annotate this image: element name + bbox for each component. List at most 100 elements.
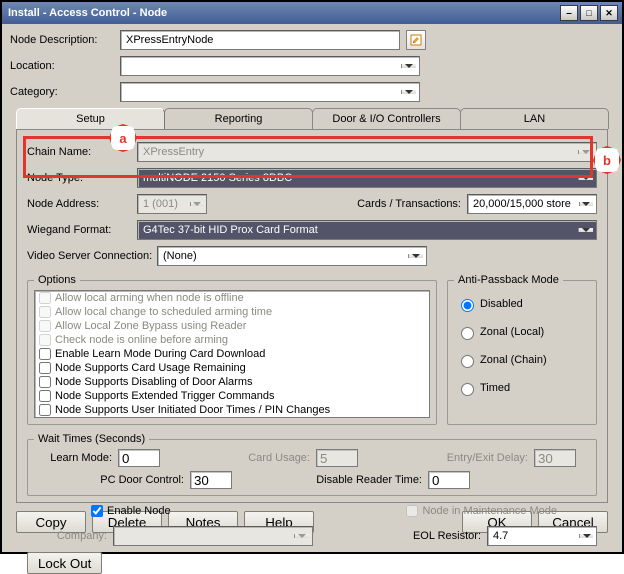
option-checkbox [39,334,51,346]
company-label: Company: [27,530,107,542]
apb-disabled-label: Disabled [480,298,523,310]
dropdown-arrow-icon[interactable] [579,534,593,538]
company-combo [117,529,294,543]
option-checkbox[interactable] [39,376,51,388]
option-checkbox [39,306,51,318]
option-checkbox[interactable] [39,390,51,402]
option-label: Node Supports Disabling of Door Alarms [55,375,252,389]
tab-lan[interactable]: LAN [460,108,609,129]
option-checkbox[interactable] [39,404,51,416]
apb-zonal-chain-radio[interactable] [461,355,474,368]
tab-strip: Setup Reporting Door & I/O Controllers L… [16,108,608,129]
annotation-b-label: b [603,153,611,168]
option-label: Allow local change to scheduled arming t… [55,305,272,319]
node-description-label: Node Description: [10,34,120,46]
card-usage-label: Card Usage: [210,452,310,464]
close-button[interactable] [600,5,618,21]
tab-reporting-label: Reporting [215,113,263,125]
annotation-a-label: a [119,131,126,146]
lock-out-button[interactable]: Lock Out [27,552,102,574]
annotation-b-badge: b [593,146,621,174]
option-checkbox[interactable] [39,348,51,360]
option-label: Node Supports Card Usage Remaining [55,361,246,375]
dropdown-arrow-icon [190,202,203,206]
apb-zonal-local-radio[interactable] [461,327,474,340]
option-label: Node Supports User Initiated Door Times … [55,403,330,417]
option-label: Node Supports Extended Trigger Commands [55,389,275,403]
dropdown-arrow-icon[interactable] [578,228,593,232]
wiegand-format-label: Wiegand Format: [27,224,137,236]
disable-reader-time-label: Disable Reader Time: [272,474,422,486]
video-server-label: Video Server Connection: [27,250,157,262]
apb-zonal-chain-label: Zonal (Chain) [480,354,547,366]
dropdown-arrow-icon [578,150,593,154]
option-checkbox [39,320,51,332]
maintenance-mode-label: Node in Maintenance Mode [422,505,557,517]
anti-passback-group: Anti-Passback Mode Disabled Zonal (Local… [447,274,597,425]
dropdown-arrow-icon [294,534,309,538]
wait-times-legend: Wait Times (Seconds) [34,433,149,445]
card-usage-input [316,449,358,467]
edit-description-icon[interactable] [406,30,426,50]
category-label: Category: [10,86,120,98]
video-server-combo[interactable] [161,249,408,263]
node-address-combo [141,197,190,211]
annotation-a-badge: a [109,124,137,152]
cards-transactions-combo[interactable] [471,197,579,211]
learn-mode-input[interactable] [118,449,160,467]
maintenance-mode-checkbox [406,505,418,517]
category-combo[interactable] [124,85,401,99]
chain-name-combo [141,145,578,159]
disable-reader-time-input[interactable] [428,471,470,489]
entry-exit-delay-label: Entry/Exit Delay: [408,452,528,464]
options-list[interactable]: Allow local arming when node is offline … [34,290,430,418]
enable-node-label: Enable Node [107,505,171,517]
tab-setup-label: Setup [76,113,105,125]
apb-disabled-radio[interactable] [461,299,474,312]
apb-timed-label: Timed [480,382,510,394]
pc-door-control-input[interactable] [190,471,232,489]
window-title: Install - Access Control - Node [8,7,558,19]
lock-out-label: Lock Out [38,556,91,571]
setup-panel: a b Chain Name: Node Type: Node Address: [16,129,608,503]
option-label: Enable Learn Mode During Card Download [55,347,265,361]
enable-node-checkbox[interactable] [91,505,103,517]
eol-resistor-label: EOL Resistor: [413,530,481,542]
dropdown-arrow-icon[interactable] [408,254,423,258]
eol-resistor-combo[interactable] [491,529,579,543]
option-checkbox[interactable] [39,362,51,374]
option-label: Check node is online before arming [55,333,228,347]
apb-timed-radio[interactable] [461,383,474,396]
option-label: Allow Local Zone Bypass using Reader [55,319,246,333]
minimize-button[interactable] [560,5,578,21]
wait-times-group: Wait Times (Seconds) Learn Mode: Card Us… [27,433,597,496]
option-checkbox [39,292,51,304]
node-address-label: Node Address: [27,198,137,210]
pc-door-control-label: PC Door Control: [34,474,184,486]
options-legend: Options [34,274,80,286]
node-type-label: Node Type: [27,172,137,184]
tab-reporting[interactable]: Reporting [164,108,313,129]
dropdown-arrow-icon[interactable] [578,176,593,180]
node-type-combo[interactable] [141,171,578,185]
tab-lan-label: LAN [524,113,545,125]
location-label: Location: [10,60,120,72]
location-combo[interactable] [124,59,401,73]
option-label: Allow local arming when node is offline [55,291,244,305]
wiegand-format-combo[interactable] [141,223,578,237]
tab-door-io[interactable]: Door & I/O Controllers [312,108,461,129]
apb-zonal-local-label: Zonal (Local) [480,326,544,338]
title-bar: Install - Access Control - Node [2,2,622,24]
cards-transactions-label: Cards / Transactions: [357,198,461,210]
dropdown-arrow-icon[interactable] [401,90,416,94]
dropdown-arrow-icon[interactable] [401,64,416,68]
maximize-button[interactable] [580,5,598,21]
tab-setup[interactable]: Setup [16,108,165,129]
learn-mode-label: Learn Mode: [34,452,112,464]
options-group: Options Allow local arming when node is … [27,274,437,425]
tab-door-io-label: Door & I/O Controllers [332,113,440,125]
anti-passback-legend: Anti-Passback Mode [454,274,563,286]
dropdown-arrow-icon[interactable] [579,202,593,206]
node-description-input[interactable] [124,33,396,47]
entry-exit-delay-input [534,449,576,467]
